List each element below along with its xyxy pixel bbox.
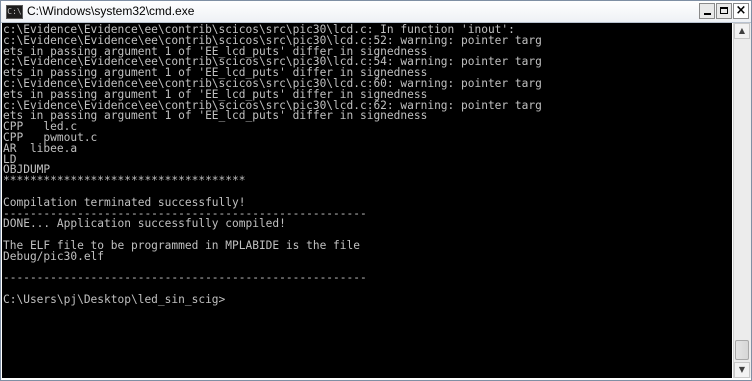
maximize-icon xyxy=(720,7,728,14)
close-button[interactable]: × xyxy=(733,3,749,19)
title-bar[interactable]: C:\ C:\Windows\system32\cmd.exe × xyxy=(1,1,751,23)
console-line: Debug/pic30.elf xyxy=(3,249,105,263)
console-output[interactable]: c:\Evidence\Evidence\ee\contrib\scicos\s… xyxy=(2,23,732,378)
window-controls: × xyxy=(698,3,749,19)
close-icon: × xyxy=(735,3,747,18)
scroll-up-button[interactable]: ▲ xyxy=(734,23,750,39)
scroll-down-button[interactable]: ▼ xyxy=(734,362,750,378)
maximize-button[interactable] xyxy=(716,3,732,19)
console-line: ----------------------------------------… xyxy=(3,271,367,285)
scrollbar-thumb[interactable] xyxy=(735,340,749,360)
cmd-window: C:\ C:\Windows\system32\cmd.exe × c:\Evi… xyxy=(0,0,752,381)
vertical-scrollbar[interactable]: ▲ ▼ xyxy=(733,23,751,378)
console-text: c:\Evidence\Evidence\ee\contrib\scicos\s… xyxy=(2,23,732,306)
minimize-button[interactable] xyxy=(699,3,715,19)
console-line: C:\Users\pj\Desktop\led_sin_scig> xyxy=(3,292,226,306)
console-line: ************************************ xyxy=(3,174,246,188)
console-line: DONE... Application successfully compile… xyxy=(3,217,286,231)
window-title: C:\Windows\system32\cmd.exe xyxy=(27,4,195,18)
minimize-icon xyxy=(704,13,711,15)
cmd-icon[interactable]: C:\ xyxy=(6,5,23,19)
